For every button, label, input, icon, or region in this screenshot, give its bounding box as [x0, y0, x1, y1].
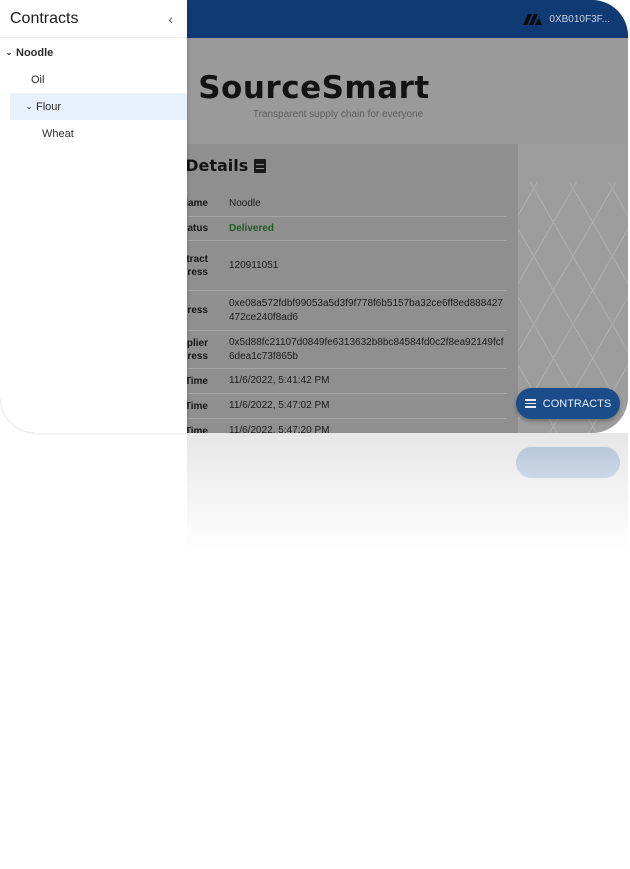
- wallet-chip[interactable]: 0XB010F3F...: [523, 0, 610, 38]
- chevron-down-icon[interactable]: ⌄: [2, 48, 16, 57]
- table-row: Time 11/6/2022, 5:47:02 PM: [150, 394, 507, 419]
- chevron-down-icon[interactable]: ⌄: [22, 102, 36, 111]
- row-value: 120911051: [229, 259, 279, 271]
- tree-item-label: Flour: [36, 100, 62, 113]
- chevron-left-icon[interactable]: ‹: [168, 11, 173, 27]
- reflection: [0, 433, 628, 553]
- tree-item-label: Wheat: [42, 127, 74, 140]
- reflection-fab: [516, 447, 620, 478]
- table-row: Time 11/6/2022, 5:41:42 PM: [150, 369, 507, 394]
- details-table: lame Noodle atus Delivered tract ress 1209110…: [150, 191, 507, 433]
- contracts-drawer: Contracts ‹ ⌄ Noodle Oil ⌄ Flour Wheat: [0, 0, 187, 433]
- tree-item-label: Noodle: [16, 46, 54, 59]
- table-row: plier ress 0x5d88fc21107d0849fe6313632b8b…: [150, 331, 507, 369]
- row-value: 11/6/2022, 5:47:20 PM: [229, 425, 330, 433]
- contract-tree: ⌄ Noodle Oil ⌄ Flour Wheat: [0, 38, 187, 147]
- tree-item-wheat[interactable]: Wheat: [0, 120, 187, 147]
- row-value: 11/6/2022, 5:47:02 PM: [229, 400, 330, 411]
- contracts-button-label: CONTRACTS: [542, 397, 612, 410]
- row-value: 11/6/2022, 5:41:42 PM: [229, 375, 330, 386]
- table-row: atus Delivered: [150, 217, 507, 241]
- tree-item-oil[interactable]: Oil: [0, 66, 187, 93]
- row-value: Noodle: [229, 197, 261, 209]
- table-row: ress 0xe08a572fdbf99053a5d3f9f778f6b5157b…: [150, 291, 507, 331]
- tree-item-label: Oil: [31, 73, 45, 86]
- wallet-address: 0XB010F3F...: [549, 13, 610, 25]
- table-row: Time 11/6/2022, 5:47:20 PM: [150, 419, 507, 433]
- tree-item-flour[interactable]: ⌄ Flour: [10, 93, 187, 120]
- screen: 0XB010F3F... SourceSmart Transparent sup…: [0, 0, 630, 869]
- wallet-logo-icon: [523, 13, 543, 25]
- table-row: tract ress 120911051: [150, 241, 507, 291]
- row-value: 0xe08a572fdbf99053a5d3f9f778f6b5157ba32c…: [229, 297, 503, 323]
- row-value: 0x5d88fc21107d0849fe6313632b8bc84584fd0c…: [229, 336, 504, 362]
- status-value: Delivered: [229, 222, 275, 234]
- tree-item-noodle[interactable]: ⌄ Noodle: [0, 39, 187, 66]
- drawer-title: Contracts: [10, 9, 79, 27]
- contracts-button[interactable]: CONTRACTS: [516, 388, 620, 419]
- drawer-header: Contracts ‹: [0, 0, 187, 38]
- table-row: lame Noodle: [150, 191, 507, 217]
- list-icon: [524, 399, 536, 408]
- document-icon: [254, 158, 267, 173]
